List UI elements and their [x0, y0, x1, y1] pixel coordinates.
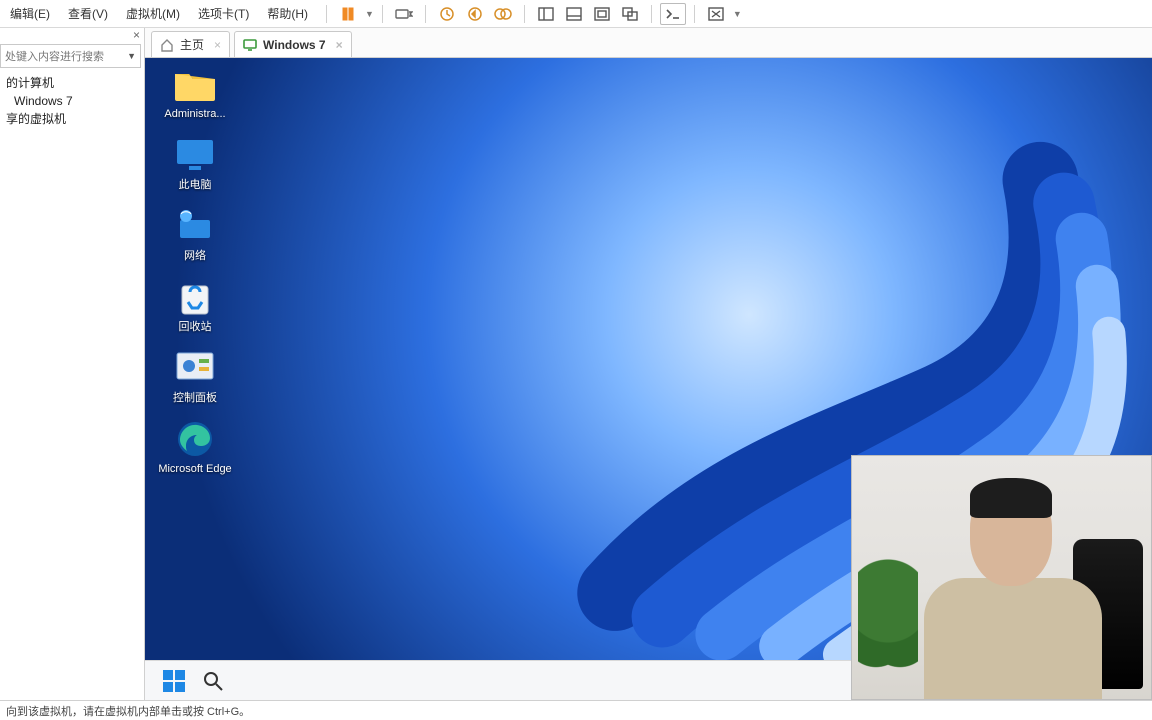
- stretch-button[interactable]: [703, 3, 729, 25]
- separator: [524, 5, 525, 23]
- taskbar-search-button[interactable]: [203, 671, 223, 691]
- stretch-dropdown-icon[interactable]: ▼: [733, 9, 742, 19]
- stretch-controls: ▼: [703, 3, 742, 25]
- network-icon: [173, 206, 217, 246]
- desktop-icon-control-panel[interactable]: 控制面板: [157, 348, 233, 405]
- tab-vm-close[interactable]: ×: [336, 38, 343, 52]
- sidebar-close-button[interactable]: ×: [0, 28, 144, 42]
- desktop-icon-label: 控制面板: [173, 392, 217, 405]
- tab-home[interactable]: 主页 ×: [151, 31, 230, 57]
- control-panel-icon: [173, 348, 217, 388]
- console-button[interactable]: [660, 3, 686, 25]
- separator: [694, 5, 695, 23]
- desktop-icon-label: 此电脑: [179, 179, 212, 192]
- folder-icon: [173, 64, 217, 104]
- send-ctrl-alt-del-button[interactable]: [391, 3, 417, 25]
- tree-item-my-computer[interactable]: 的计算机: [4, 74, 140, 92]
- desktop-icon-edge[interactable]: Microsoft Edge: [157, 419, 233, 476]
- power-dropdown-icon[interactable]: ▼: [365, 9, 374, 19]
- library-sidebar: × 处键入内容进行搜索 ▼ 的计算机 Windows 7 享的虚拟机: [0, 28, 145, 700]
- desktop-icon-this-pc[interactable]: 此电脑: [157, 135, 233, 192]
- menu-edit[interactable]: 编辑(E): [10, 5, 50, 22]
- library-search-input[interactable]: 处键入内容进行搜索 ▼: [0, 44, 141, 68]
- tab-home-close[interactable]: ×: [214, 38, 221, 52]
- desktop-icon-label: 网络: [184, 250, 206, 263]
- snapshot-take-button[interactable]: [434, 3, 460, 25]
- webcam-plant: [858, 559, 918, 699]
- menu-items: 编辑(E) 查看(V) 虚拟机(M) 选项卡(T) 帮助(H): [0, 5, 318, 22]
- webcam-overlay: [851, 455, 1152, 700]
- tree-item-shared-vms[interactable]: 享的虚拟机: [4, 110, 140, 128]
- snapshot-revert-button[interactable]: [462, 3, 488, 25]
- menu-vm[interactable]: 虚拟机(M): [126, 5, 180, 22]
- start-button[interactable]: [163, 670, 185, 692]
- menu-view[interactable]: 查看(V): [68, 5, 108, 22]
- search-dropdown-icon[interactable]: ▼: [127, 51, 136, 61]
- tab-home-label: 主页: [180, 36, 204, 53]
- tab-vm[interactable]: Windows 7 ×: [234, 31, 352, 57]
- menu-help[interactable]: 帮助(H): [267, 5, 308, 22]
- search-placeholder: 处键入内容进行搜索: [5, 48, 104, 64]
- separator: [425, 5, 426, 23]
- separator: [382, 5, 383, 23]
- tab-vm-label: Windows 7: [263, 38, 326, 52]
- menu-tabs[interactable]: 选项卡(T): [198, 5, 249, 22]
- monitor-icon: [173, 135, 217, 175]
- edge-icon: [173, 419, 217, 459]
- menu-bar: 编辑(E) 查看(V) 虚拟机(M) 选项卡(T) 帮助(H) ▼ ▼: [0, 0, 1152, 28]
- desktop-icon-label: 回收站: [179, 321, 212, 334]
- desktop-icon-recycle-bin[interactable]: 回收站: [157, 277, 233, 334]
- view-fullscreen-button[interactable]: [589, 3, 615, 25]
- library-tree: 的计算机 Windows 7 享的虚拟机: [0, 72, 144, 130]
- view-thumbnail-button[interactable]: [561, 3, 587, 25]
- view-sidebar-button[interactable]: [533, 3, 559, 25]
- home-icon: [160, 38, 174, 52]
- power-controls: ▼: [335, 3, 374, 25]
- main-area: 主页 × Windows 7 ×: [145, 28, 1152, 700]
- tab-row: 主页 × Windows 7 ×: [145, 28, 1152, 58]
- separator: [651, 5, 652, 23]
- desktop-icon-network[interactable]: 网络: [157, 206, 233, 263]
- status-text: 向到该虚拟机，请在虚拟机内部单击或按 Ctrl+G。: [6, 703, 250, 719]
- recycle-icon: [173, 277, 217, 317]
- desktop-icon-label: Administra...: [164, 108, 225, 121]
- desktop-icon-folder[interactable]: Administra...: [157, 64, 233, 121]
- monitor-icon: [243, 38, 257, 52]
- pause-button[interactable]: [335, 3, 361, 25]
- desktop-icon-label: Microsoft Edge: [158, 463, 231, 476]
- snapshot-manager-button[interactable]: [490, 3, 516, 25]
- view-controls: [533, 3, 643, 25]
- desktop-icons: Administra... 此电脑 网络 回收站 控制面板: [157, 64, 233, 476]
- webcam-person-hair: [970, 478, 1052, 518]
- snapshot-controls: [434, 3, 516, 25]
- separator: [326, 5, 327, 23]
- view-unity-button[interactable]: [617, 3, 643, 25]
- status-bar: 向到该虚拟机，请在虚拟机内部单击或按 Ctrl+G。: [0, 700, 1152, 720]
- webcam-person-body: [924, 578, 1102, 700]
- tree-item-windows7[interactable]: Windows 7: [4, 92, 140, 110]
